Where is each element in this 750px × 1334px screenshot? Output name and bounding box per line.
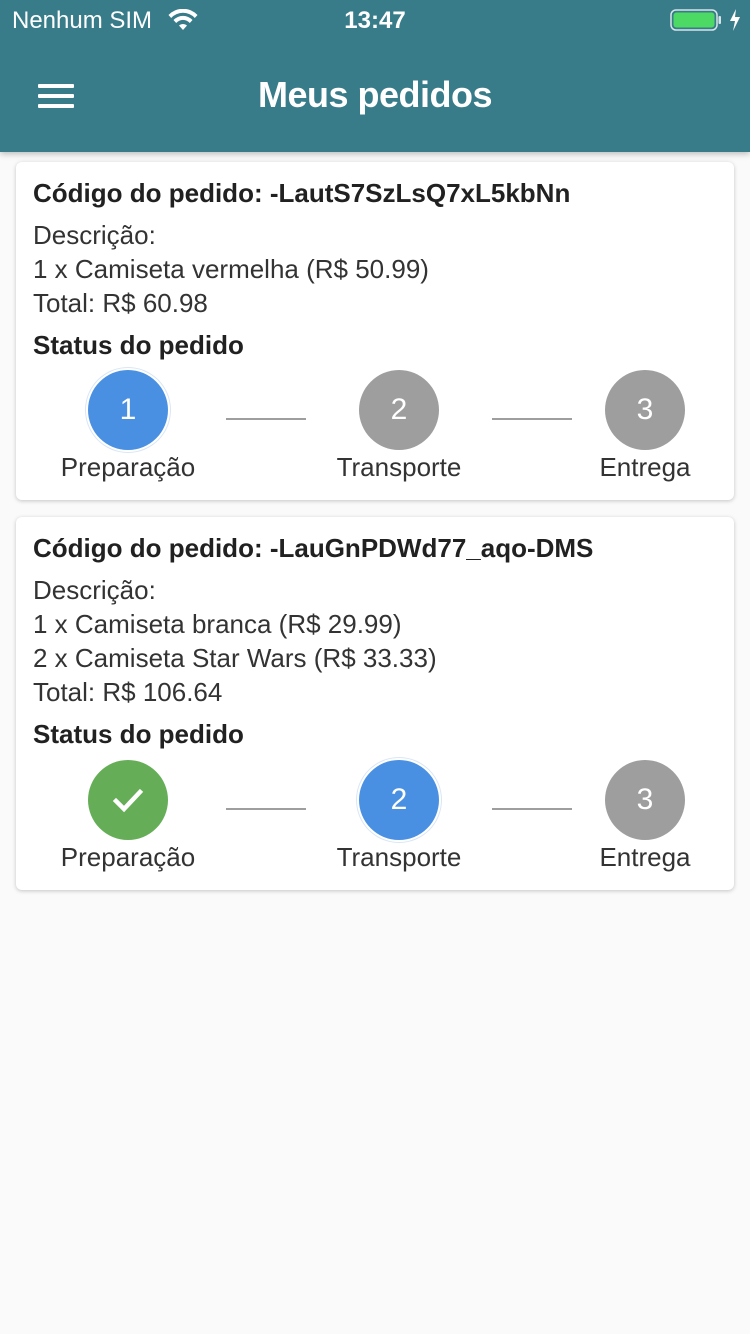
- step-connector: [226, 418, 306, 420]
- step-2-label: Transporte: [336, 842, 462, 872]
- status-title: Status do pedido: [33, 719, 244, 749]
- order-card: Código do pedido: -LautS7SzLsQ7xL5kbNn D…: [16, 162, 734, 500]
- step-1-label: Preparação: [60, 842, 196, 872]
- order-code: Código do pedido: -LautS7SzLsQ7xL5kbNn: [33, 178, 571, 208]
- step-connector: [492, 808, 572, 810]
- app-bar: Nenhum SIM 13:47 Meus pedidos: [0, 0, 750, 152]
- step-1-circle[interactable]: [88, 760, 168, 840]
- order-item: 2 x Camiseta Star Wars (R$ 33.33): [33, 643, 437, 673]
- step-connector: [492, 418, 572, 420]
- step-2-circle[interactable]: 2: [359, 370, 439, 450]
- step-3-circle[interactable]: 3: [605, 370, 685, 450]
- order-stepper: Preparação 2 Transporte 3 Entrega: [16, 760, 734, 880]
- step-connector: [226, 808, 306, 810]
- step-3-label: Entrega: [599, 452, 691, 482]
- order-total: Total: R$ 106.64: [33, 677, 223, 707]
- status-bar: Nenhum SIM 13:47: [0, 0, 750, 40]
- page-title: Meus pedidos: [257, 74, 493, 115]
- status-title: Status do pedido: [33, 330, 244, 360]
- charging-icon: [730, 9, 740, 31]
- order-card: Código do pedido: -LauGnPDWd77_aqo-DMS D…: [16, 517, 734, 890]
- step-1-label: Preparação: [60, 452, 196, 482]
- order-item: 1 x Camiseta branca (R$ 29.99): [33, 609, 402, 639]
- step-3-label: Entrega: [599, 842, 691, 872]
- clock: 13:47: [344, 7, 406, 34]
- step-2-circle[interactable]: 2: [359, 760, 439, 840]
- check-icon: [112, 788, 144, 813]
- order-code: Código do pedido: -LauGnPDWd77_aqo-DMS: [33, 533, 594, 563]
- battery-icon: [670, 9, 721, 31]
- step-3-circle[interactable]: 3: [605, 760, 685, 840]
- order-total: Total: R$ 60.98: [33, 288, 208, 318]
- step-2-label: Transporte: [336, 452, 462, 482]
- step-1-circle[interactable]: 1: [88, 370, 168, 450]
- order-item: 1 x Camiseta vermelha (R$ 50.99): [33, 254, 429, 284]
- order-stepper: 1 Preparação 2 Transporte 3 Entrega: [16, 370, 734, 490]
- description-label: Descrição:: [33, 220, 156, 250]
- description-label: Descrição:: [33, 575, 156, 605]
